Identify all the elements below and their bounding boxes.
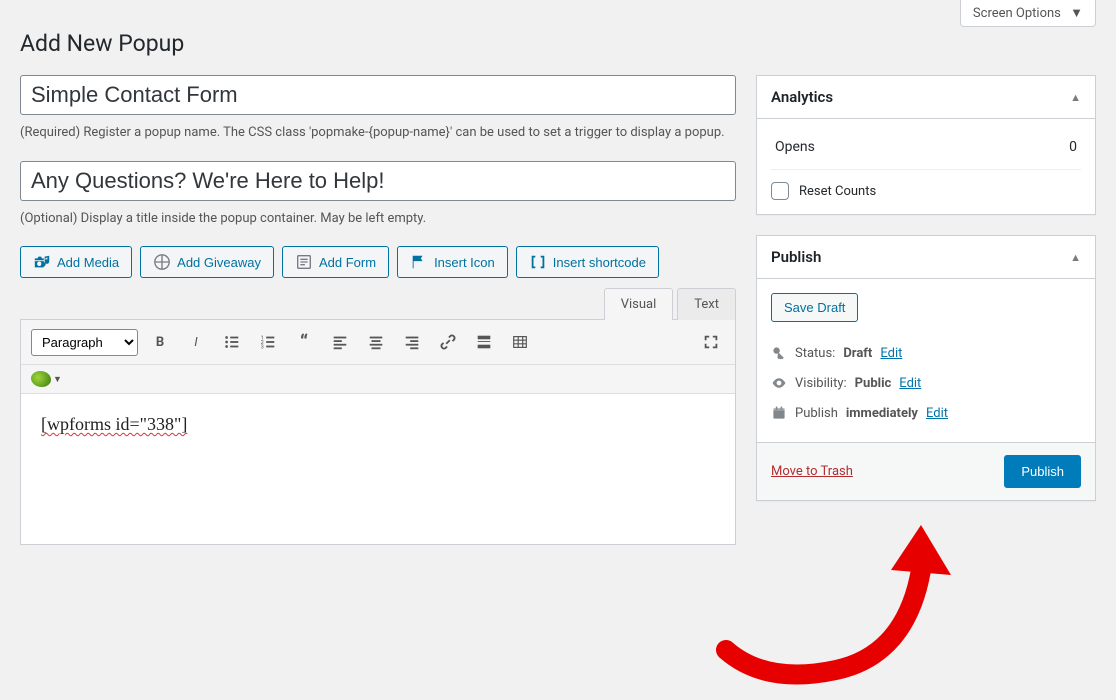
editor-content-text: [wpforms id="338"] — [41, 414, 187, 434]
analytics-header[interactable]: Analytics ▲ — [757, 76, 1095, 119]
page-title: Add New Popup — [20, 30, 1096, 57]
tab-visual[interactable]: Visual — [604, 288, 674, 320]
popup-maker-icon[interactable]: ▼ — [31, 371, 62, 387]
insert-icon-button[interactable]: Insert Icon — [397, 246, 508, 278]
editor-container: Paragraph B I 123 “ — [20, 319, 736, 545]
visibility-edit-link[interactable]: Edit — [899, 376, 921, 391]
italic-button[interactable]: I — [182, 328, 210, 356]
blockquote-button[interactable]: “ — [290, 328, 318, 356]
link-button[interactable] — [434, 328, 462, 356]
publish-button[interactable]: Publish — [1004, 455, 1081, 488]
visibility-label: Visibility: — [795, 376, 847, 391]
format-select[interactable]: Paragraph — [31, 329, 138, 356]
publish-box: Publish ▲ Save Draft Status: Draft Edit — [756, 235, 1096, 501]
popup-name-input[interactable] — [20, 75, 736, 115]
eye-icon — [771, 375, 787, 391]
number-list-button[interactable]: 123 — [254, 328, 282, 356]
analytics-box: Analytics ▲ Opens 0 Reset Counts — [756, 75, 1096, 215]
flag-icon — [410, 253, 428, 271]
readmore-button[interactable] — [470, 328, 498, 356]
brackets-icon — [529, 253, 547, 271]
status-edit-link[interactable]: Edit — [880, 346, 902, 361]
save-draft-button[interactable]: Save Draft — [771, 293, 858, 322]
popup-title-input[interactable] — [20, 161, 736, 201]
screen-options-toggle[interactable]: Screen Options ▼ — [960, 0, 1096, 27]
collapse-icon: ▲ — [1070, 251, 1081, 264]
tab-text[interactable]: Text — [677, 288, 736, 320]
camera-music-icon — [33, 253, 51, 271]
status-label: Status: — [795, 346, 835, 361]
publish-title: Publish — [771, 248, 821, 266]
schedule-edit-link[interactable]: Edit — [926, 406, 948, 421]
svg-text:3: 3 — [261, 344, 264, 350]
opens-label: Opens — [775, 139, 815, 155]
analytics-title: Analytics — [771, 88, 833, 106]
opens-value: 0 — [1069, 139, 1077, 155]
status-value: Draft — [843, 346, 872, 361]
collapse-icon: ▲ — [1070, 91, 1081, 104]
align-center-button[interactable] — [362, 328, 390, 356]
caret-down-icon: ▼ — [1070, 6, 1083, 21]
editor-content-area[interactable]: [wpforms id="338"] — [21, 394, 735, 544]
key-icon — [771, 345, 787, 361]
screen-options-label: Screen Options — [973, 6, 1061, 21]
reset-counts-checkbox[interactable] — [771, 182, 789, 200]
add-form-button[interactable]: Add Form — [282, 246, 389, 278]
fullscreen-button[interactable] — [697, 328, 725, 356]
align-right-button[interactable] — [398, 328, 426, 356]
add-media-button[interactable]: Add Media — [20, 246, 132, 278]
align-left-button[interactable] — [326, 328, 354, 356]
calendar-icon — [771, 405, 787, 421]
add-giveaway-button[interactable]: Add Giveaway — [140, 246, 274, 278]
popup-title-help: (Optional) Display a title inside the po… — [20, 209, 736, 229]
bullet-list-button[interactable] — [218, 328, 246, 356]
move-to-trash-link[interactable]: Move to Trash — [771, 464, 853, 479]
form-icon — [295, 253, 313, 271]
gift-icon — [153, 253, 171, 271]
schedule-value: immediately — [846, 406, 918, 421]
publish-header[interactable]: Publish ▲ — [757, 236, 1095, 279]
table-button[interactable] — [506, 328, 534, 356]
visibility-value: Public — [855, 376, 892, 391]
insert-shortcode-button[interactable]: Insert shortcode — [516, 246, 659, 278]
schedule-label: Publish — [795, 406, 838, 421]
bold-button[interactable]: B — [146, 328, 174, 356]
reset-counts-label: Reset Counts — [799, 184, 876, 199]
popup-name-help: (Required) Register a popup name. The CS… — [20, 123, 736, 143]
